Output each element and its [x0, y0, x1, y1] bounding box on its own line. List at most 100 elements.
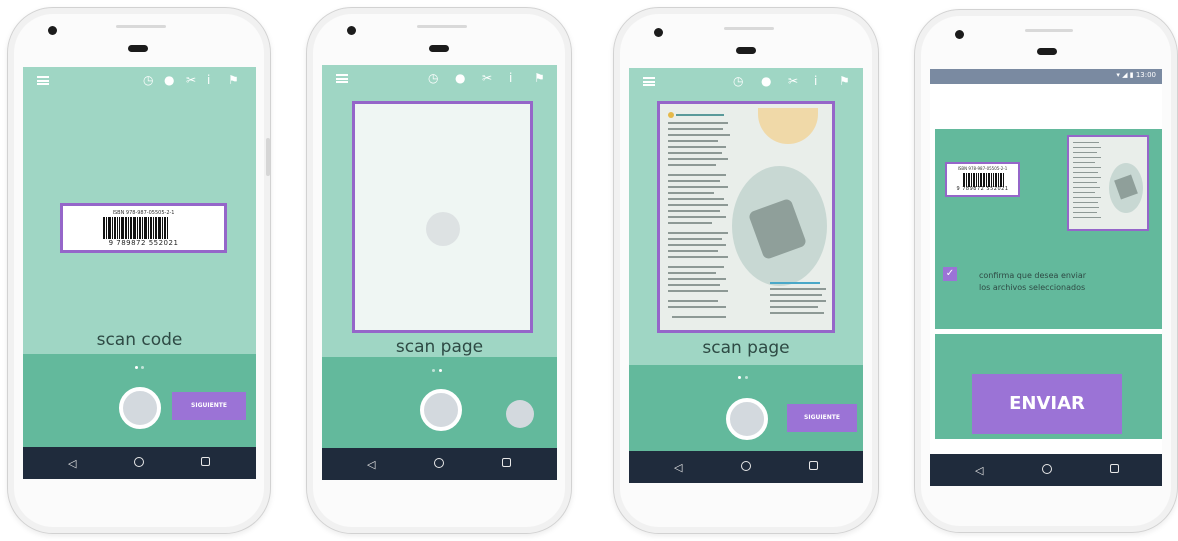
- gallery-thumbnail[interactable]: [506, 400, 534, 428]
- flash-icon[interactable]: ⚑: [228, 73, 239, 87]
- scan-page-label: scan page: [702, 338, 790, 358]
- scan-code-label: scan code: [96, 330, 183, 350]
- back-icon[interactable]: ◁: [674, 461, 682, 474]
- shutter-button[interactable]: [119, 387, 161, 429]
- status-icons: ▾ ◢ ▮: [1116, 71, 1134, 79]
- scan-frame: [657, 101, 835, 333]
- earpiece: [128, 45, 148, 52]
- crop-icon[interactable]: ✂: [186, 73, 196, 87]
- confirm-text-line-2: los archivos seleccionados: [979, 283, 1086, 292]
- top-toolbar: ◷ ● ✂ ⅰ ⚑: [322, 65, 557, 93]
- barcode-digits: 9 789872 552021: [108, 239, 179, 247]
- back-icon[interactable]: ◁: [367, 458, 375, 471]
- confirm-checkbox[interactable]: ✓: [943, 267, 957, 281]
- home-icon[interactable]: [1042, 464, 1052, 474]
- menu-icon[interactable]: [336, 74, 348, 83]
- home-icon[interactable]: [741, 461, 751, 471]
- person-icon[interactable]: ●: [761, 74, 771, 88]
- speaker-grille: [1025, 29, 1073, 32]
- screen: ◷ ● ✂ ⅰ ⚑ ISBN 978-987-05505-2-1 9 78987…: [23, 67, 256, 479]
- menu-icon[interactable]: [37, 76, 49, 85]
- status-bar: ▾ ◢ ▮ 13:00: [930, 69, 1162, 84]
- front-camera: [955, 30, 964, 39]
- page-indicator-dot: [135, 366, 138, 369]
- timer-icon[interactable]: ◷: [143, 73, 153, 87]
- confirm-text: confirma que desea enviar los archivos s…: [979, 270, 1086, 294]
- system-nav-bar: ◁: [322, 448, 557, 480]
- clock: 13:00: [1135, 71, 1156, 79]
- barcode-digits: 9 789872 552021: [956, 186, 1009, 192]
- review-panel: ISBN 978-987-05505-2-1 9 789872 552021 ✓…: [935, 129, 1162, 329]
- next-button[interactable]: SIGUIENTE: [787, 404, 857, 432]
- check-icon: ✓: [945, 268, 955, 279]
- earpiece: [429, 45, 449, 52]
- scan-frame: ISBN 978-987-05505-2-1 9 789872 552021: [60, 203, 227, 253]
- speaker-grille: [116, 25, 166, 28]
- scan-frame: [352, 101, 533, 333]
- crop-icon[interactable]: ✂: [482, 71, 492, 85]
- side-button: [266, 138, 270, 176]
- page-indicator-dot: [141, 366, 144, 369]
- scan-page-label: scan page: [395, 337, 484, 357]
- focus-indicator: [426, 212, 460, 246]
- send-panel: ENVIAR: [935, 334, 1162, 439]
- screen: ▾ ◢ ▮ 13:00 ISBN 978-987-05505-2-1 9 789…: [930, 69, 1162, 486]
- scanned-page-thumbnail[interactable]: [1067, 135, 1149, 231]
- page-bullet: [668, 112, 674, 118]
- recent-apps-icon[interactable]: [502, 458, 511, 467]
- phone-4: ▾ ◢ ▮ 13:00 ISBN 978-987-05505-2-1 9 789…: [914, 9, 1178, 533]
- phone-2: ◷ ● ✂ ⅰ ⚑ scan page ◁: [306, 7, 572, 534]
- confirm-text-line-1: confirma que desea enviar: [979, 271, 1087, 280]
- recent-apps-icon[interactable]: [809, 461, 818, 470]
- scanned-barcode-thumbnail[interactable]: ISBN 978-987-05505-2-1 9 789872 552021: [945, 162, 1020, 197]
- system-nav-bar: ◁: [629, 451, 863, 483]
- recent-apps-icon[interactable]: [1110, 464, 1119, 473]
- brightness-icon[interactable]: ⅰ: [814, 74, 817, 88]
- screen: ◷ ● ✂ ⅰ ⚑ scan page SIGUIENTE ◁: [629, 68, 863, 483]
- page-indicator-dot: [439, 369, 442, 372]
- front-camera: [347, 26, 356, 35]
- top-toolbar: ◷ ● ✂ ⅰ ⚑: [629, 68, 863, 96]
- next-button[interactable]: SIGUIENTE: [172, 392, 246, 420]
- page-indicator-dot: [745, 376, 748, 379]
- front-camera: [654, 28, 663, 37]
- page-indicator-dot: [738, 376, 741, 379]
- timer-icon[interactable]: ◷: [733, 74, 743, 88]
- shutter-button[interactable]: [726, 398, 768, 440]
- earpiece: [1037, 48, 1057, 55]
- send-button[interactable]: ENVIAR: [972, 374, 1122, 434]
- status-time: ▾ ◢ ▮ 13:00: [1116, 71, 1156, 79]
- isbn-text: ISBN 978-987-05505-2-1: [112, 210, 175, 216]
- shutter-button[interactable]: [420, 389, 462, 431]
- menu-icon[interactable]: [643, 77, 655, 86]
- flash-icon[interactable]: ⚑: [839, 74, 850, 88]
- barcode: [103, 217, 169, 239]
- top-toolbar: ◷ ● ✂ ⅰ ⚑: [23, 67, 256, 95]
- person-icon[interactable]: ●: [455, 71, 465, 85]
- screen: ◷ ● ✂ ⅰ ⚑ scan page ◁: [322, 65, 557, 480]
- phone-1: ◷ ● ✂ ⅰ ⚑ ISBN 978-987-05505-2-1 9 78987…: [7, 7, 271, 534]
- timer-icon[interactable]: ◷: [428, 71, 438, 85]
- person-icon[interactable]: ●: [164, 73, 174, 87]
- back-icon[interactable]: ◁: [68, 457, 76, 470]
- page-indicator-dot: [432, 369, 435, 372]
- back-icon[interactable]: ◁: [975, 464, 983, 477]
- speaker-grille: [417, 25, 467, 28]
- recent-apps-icon[interactable]: [201, 457, 210, 466]
- system-nav-bar: ◁: [23, 447, 256, 479]
- front-camera: [48, 26, 57, 35]
- flash-icon[interactable]: ⚑: [534, 71, 545, 85]
- page-illustration-sun: [758, 108, 818, 144]
- phone-3: ◷ ● ✂ ⅰ ⚑ scan page SIGUIENTE ◁: [613, 7, 879, 534]
- bottom-panel: ◁: [322, 357, 557, 480]
- brightness-icon[interactable]: ⅰ: [509, 71, 512, 85]
- brightness-icon[interactable]: ⅰ: [207, 73, 210, 87]
- bottom-panel: SIGUIENTE ◁: [23, 354, 256, 479]
- crop-icon[interactable]: ✂: [788, 74, 798, 88]
- system-nav-bar: ◁: [930, 454, 1162, 486]
- bottom-panel: SIGUIENTE ◁: [629, 365, 863, 483]
- earpiece: [736, 47, 756, 54]
- home-icon[interactable]: [134, 457, 144, 467]
- home-icon[interactable]: [434, 458, 444, 468]
- isbn-text: ISBN 978-987-05505-2-1: [957, 166, 1008, 171]
